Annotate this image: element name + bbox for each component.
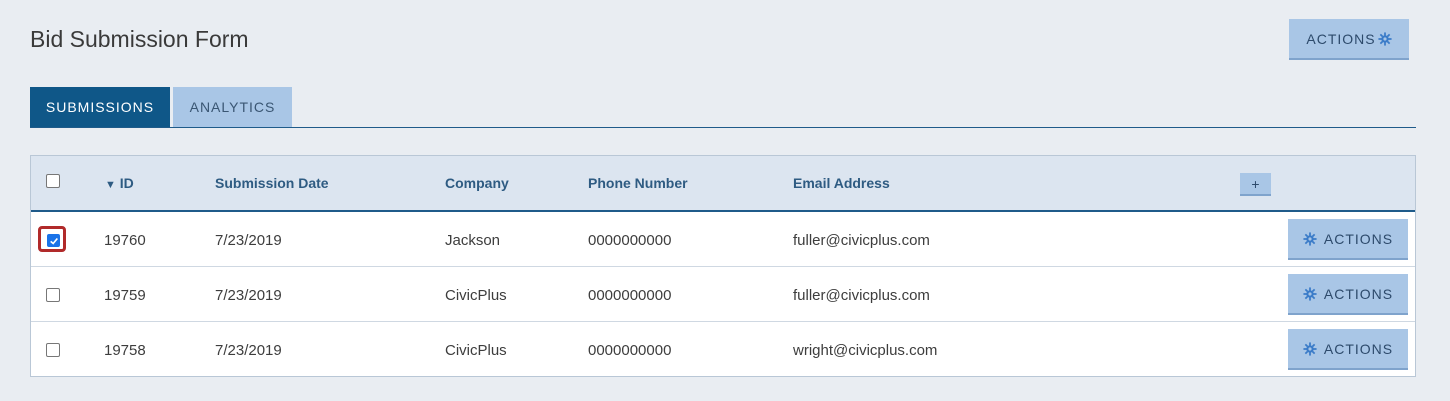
cell-submission-date: 7/23/2019 <box>215 232 282 249</box>
row-checkbox[interactable] <box>46 343 60 357</box>
row-checkbox-checked[interactable] <box>47 234 60 247</box>
gear-icon <box>1378 31 1392 46</box>
gear-icon <box>1303 286 1317 301</box>
cell-company: CivicPlus <box>445 342 507 359</box>
tab-analytics[interactable]: ANALYTICS <box>173 87 292 127</box>
cell-submission-date: 7/23/2019 <box>215 342 282 359</box>
column-header-company[interactable]: Company <box>445 175 509 191</box>
cell-phone-number: 0000000000 <box>588 287 672 304</box>
sort-down-icon: ▼ <box>105 179 116 191</box>
cell-company: CivicPlus <box>445 287 507 304</box>
cell-id: 19758 <box>104 342 146 359</box>
gear-icon <box>1303 341 1317 356</box>
table-row: 19760 7/23/2019 Jackson 0000000000 fulle… <box>31 212 1415 267</box>
cell-email-address: fuller@civicplus.com <box>793 287 930 304</box>
page-title: Bid Submission Form <box>30 26 249 52</box>
page-actions-button[interactable]: ACTIONS <box>1289 19 1409 60</box>
row-actions-label: ACTIONS <box>1323 340 1394 357</box>
submissions-table: ▼ ID Submission Date Company Phone Numbe… <box>30 155 1416 377</box>
column-header-email-address[interactable]: Email Address <box>793 175 890 191</box>
cell-id: 19759 <box>104 287 146 304</box>
row-actions-label: ACTIONS <box>1323 230 1394 247</box>
cell-email-address: wright@civicplus.com <box>793 342 938 359</box>
row-actions-button[interactable]: ACTIONS <box>1288 219 1408 260</box>
column-header-id[interactable]: ▼ ID <box>105 175 134 191</box>
table-header: ▼ ID Submission Date Company Phone Numbe… <box>31 156 1415 212</box>
cell-id: 19760 <box>104 232 146 249</box>
page-actions-label: ACTIONS <box>1306 30 1376 47</box>
cell-company: Jackson <box>445 232 501 249</box>
column-header-submission-date[interactable]: Submission Date <box>215 175 329 191</box>
table-row: 19758 7/23/2019 CivicPlus 0000000000 wri… <box>31 322 1415 377</box>
select-all-checkbox[interactable] <box>46 174 60 188</box>
gear-icon <box>1303 231 1317 246</box>
row-actions-button[interactable]: ACTIONS <box>1288 274 1408 315</box>
row-actions-button[interactable]: ACTIONS <box>1288 329 1408 370</box>
tab-submissions[interactable]: SUBMISSIONS <box>30 87 170 127</box>
cell-phone-number: 0000000000 <box>588 342 672 359</box>
column-header-phone-number[interactable]: Phone Number <box>588 175 688 191</box>
table-row: 19759 7/23/2019 CivicPlus 0000000000 ful… <box>31 267 1415 322</box>
cell-phone-number: 0000000000 <box>588 232 672 249</box>
add-column-button[interactable]: + <box>1240 173 1271 196</box>
row-actions-label: ACTIONS <box>1323 285 1394 302</box>
row-checkbox-focus-outline <box>38 226 66 252</box>
tab-bar: SUBMISSIONS ANALYTICS <box>30 87 1416 128</box>
cell-email-address: fuller@civicplus.com <box>793 232 930 249</box>
row-checkbox[interactable] <box>46 288 60 302</box>
cell-submission-date: 7/23/2019 <box>215 287 282 304</box>
